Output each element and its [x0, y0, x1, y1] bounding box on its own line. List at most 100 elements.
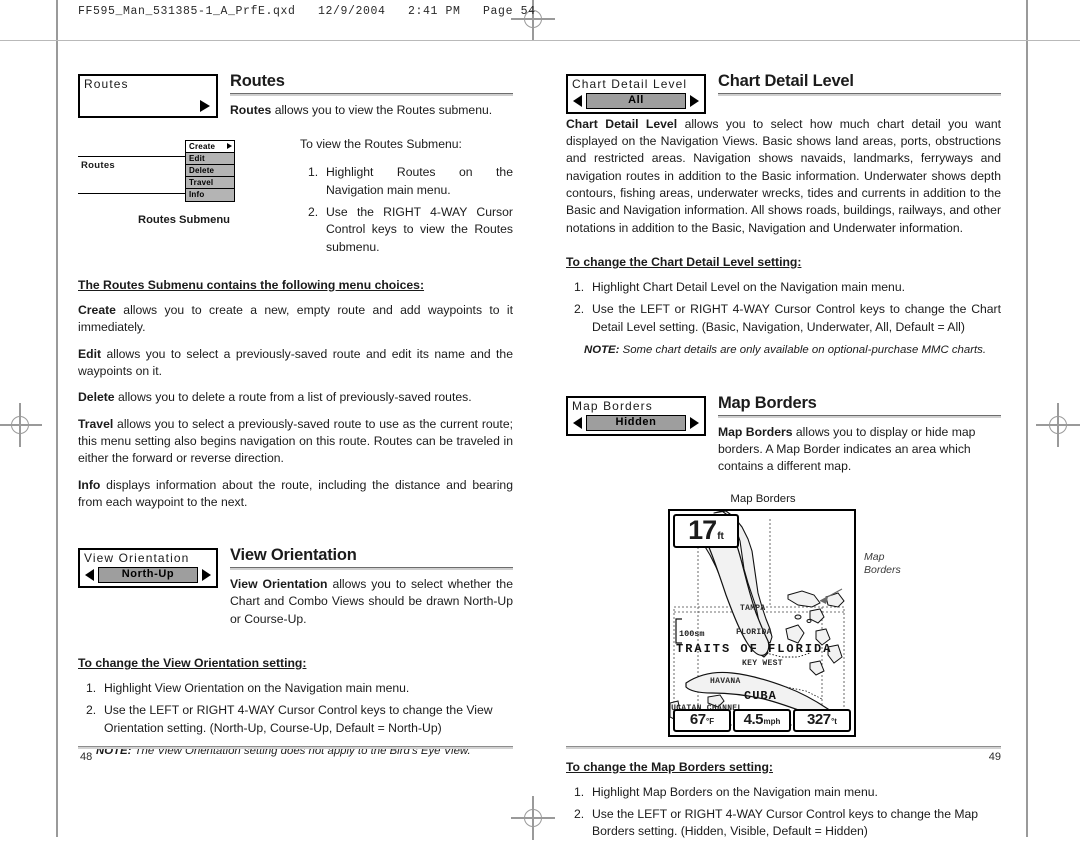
choice-edit: Edit allows you to select a previously-s… — [78, 346, 513, 381]
map-borders-menu-graphic: Map Borders Hidden — [566, 396, 706, 436]
view-orientation-menu-graphic: View Orientation North-Up — [78, 548, 218, 589]
right-arrow-icon[interactable] — [202, 569, 211, 582]
right-arrow-icon — [227, 143, 232, 150]
page-title-routes: Routes — [230, 72, 285, 90]
routes-submenu-graphic: Routes Create Edit Delete Travel Info Ro… — [78, 139, 293, 226]
note-text: Some chart details are only available on… — [619, 344, 987, 357]
submenu-item-info[interactable]: Info — [186, 188, 234, 201]
chart-detail-intro-rest: allows you to select how much chart deta… — [566, 116, 1002, 235]
lcd-value-row: All — [568, 92, 704, 112]
routes-choices-heading: The Routes Submenu contains the followin… — [78, 277, 425, 292]
map-label-florida: FLORIDA — [736, 627, 772, 637]
page-title-view-orientation: View Orientation — [230, 546, 357, 565]
routes-steps-list: Highlight Routes on the Navigation main … — [300, 164, 513, 256]
routes-intro-rest: allows you to view the Routes submenu. — [271, 102, 493, 117]
lcd-menu-box-routes: Routes — [78, 74, 218, 118]
left-arrow-icon[interactable] — [573, 94, 582, 107]
step-item: Highlight Routes on the Navigation main … — [308, 164, 513, 197]
section-chart-detail-level: Chart Detail Level All Chart Detail Leve… — [566, 72, 1001, 237]
map-borders-steps-list: Highlight Map Borders on the Navigation … — [566, 784, 1001, 841]
readout-unit: °t — [831, 716, 837, 726]
step-item: Highlight View Orientation on the Naviga… — [86, 680, 410, 698]
left-arrow-icon[interactable] — [85, 569, 94, 582]
submenu-item-label: Edit — [189, 153, 205, 163]
title-rule — [718, 415, 1001, 418]
map-label-havana: HAVANA — [710, 676, 741, 686]
right-arrow-icon — [200, 100, 210, 112]
readout-unit: °F — [706, 716, 715, 726]
submenu-item-travel[interactable]: Travel — [186, 176, 234, 189]
map-borders-callout: Map Borders — [864, 551, 901, 577]
footer-rule-right — [566, 746, 1001, 749]
choice-term: Travel — [78, 416, 114, 431]
lcd-value-row: Hidden — [568, 414, 704, 434]
choice-create: Create allows you to create a new, empty… — [78, 302, 513, 337]
footer-rule-left — [78, 746, 513, 749]
routes-menu-graphic: Routes — [78, 74, 218, 118]
registration-mark-bottom — [511, 796, 555, 840]
routes-heading-row: Routes Routes Routes allows you to view … — [78, 72, 513, 128]
submenu-item-list: Create Edit Delete Travel Info — [185, 139, 235, 202]
registration-mark-circle — [11, 416, 29, 434]
view-orientation-heading-row: View Orientation North-Up View Orientati… — [78, 546, 513, 637]
right-arrow-icon[interactable] — [690, 416, 699, 429]
chart-detail-steps-list: Highlight Chart Detail Level on the Navi… — [566, 279, 1001, 336]
registration-mark-circle — [524, 809, 542, 827]
left-arrow-icon[interactable] — [573, 416, 582, 429]
chart-detail-menu-graphic: Chart Detail Level All — [566, 74, 706, 114]
right-arrow-icon[interactable] — [690, 94, 699, 107]
choice-desc: allows you to select a previously-saved … — [78, 416, 513, 466]
crop-mark-left — [56, 0, 58, 837]
title-rule — [718, 93, 1001, 96]
page-title-chart-detail-level: Chart Detail Level — [718, 72, 854, 90]
readout-value: 67 — [689, 710, 706, 728]
readout-value: 327 — [807, 710, 831, 728]
map-label-cuba: CUBA — [744, 688, 777, 703]
choice-desc: allows you to select a previously-saved … — [78, 346, 513, 378]
readout-value: 4.5 — [743, 710, 764, 728]
page-number-right: 49 — [988, 751, 1001, 763]
chart-detail-intro: Chart Detail Level allows you to select … — [566, 116, 1001, 237]
section-routes: Routes Routes Routes allows you to view … — [78, 72, 513, 128]
view-orientation-howto-lead: To change the View Orientation setting: — [78, 655, 307, 670]
choice-term: Edit — [78, 346, 102, 361]
readout-bar: 67 °F 4.5 mph 327 °t — [673, 708, 851, 732]
choice-info: Info displays information about the rout… — [78, 477, 513, 512]
depth-readout: 17 ft — [673, 513, 739, 548]
step-item: Use the LEFT or RIGHT 4-WAY Cursor Contr… — [574, 806, 979, 839]
readout-speed: 4.5 mph — [733, 708, 791, 732]
choice-delete: Delete allows you to delete a route from… — [78, 389, 513, 406]
lcd-menu-box-chart-detail-level: Chart Detail Level All — [566, 74, 706, 114]
section-map-borders: Map Borders Hidden Map Borders Map Borde… — [566, 394, 1001, 485]
submenu-item-delete[interactable]: Delete — [186, 164, 234, 177]
section-view-orientation: View Orientation North-Up View Orientati… — [78, 546, 513, 637]
submenu-item-create[interactable]: Create — [186, 140, 234, 153]
lcd-menu-label: View Orientation — [84, 551, 190, 566]
lcd-menu-box-map-borders: Map Borders Hidden — [566, 396, 706, 436]
header-divider — [0, 40, 1080, 42]
map-borders-intro: Map Borders allows you to display or hid… — [718, 424, 1001, 476]
choice-desc: allows you to create a new, empty route … — [78, 303, 513, 335]
lcd-menu-label: Chart Detail Level — [572, 77, 688, 91]
map-scale-label: 100sm — [679, 628, 705, 639]
choice-desc: allows you to delete a route from a list… — [114, 390, 472, 405]
lcd-value[interactable]: Hidden — [586, 415, 686, 431]
routes-submenu-block: Routes Create Edit Delete Travel Info Ro… — [78, 130, 513, 263]
step-item: Highlight Map Borders on the Navigation … — [574, 784, 878, 802]
readout-temperature: 67 °F — [673, 708, 731, 732]
title-rule — [230, 93, 513, 96]
readout-heading: 327 °t — [793, 708, 851, 732]
map-label-key-west: KEY WEST — [742, 658, 783, 668]
choice-term: Create — [78, 303, 116, 318]
depth-value: 17 — [688, 514, 717, 545]
lcd-chart-view: 17 ft 100sm TAMPA FLORIDA KEY WEST HAVANA… — [668, 508, 856, 737]
submenu-item-edit[interactable]: Edit — [186, 152, 234, 165]
step-item: Use the LEFT or RIGHT 4-WAY Cursor Contr… — [86, 702, 493, 735]
lcd-value[interactable]: North-Up — [98, 567, 198, 584]
lcd-value[interactable]: All — [586, 93, 686, 109]
callout-line-2: Borders — [864, 563, 901, 576]
map-label-tampa: TAMPA — [740, 603, 766, 613]
